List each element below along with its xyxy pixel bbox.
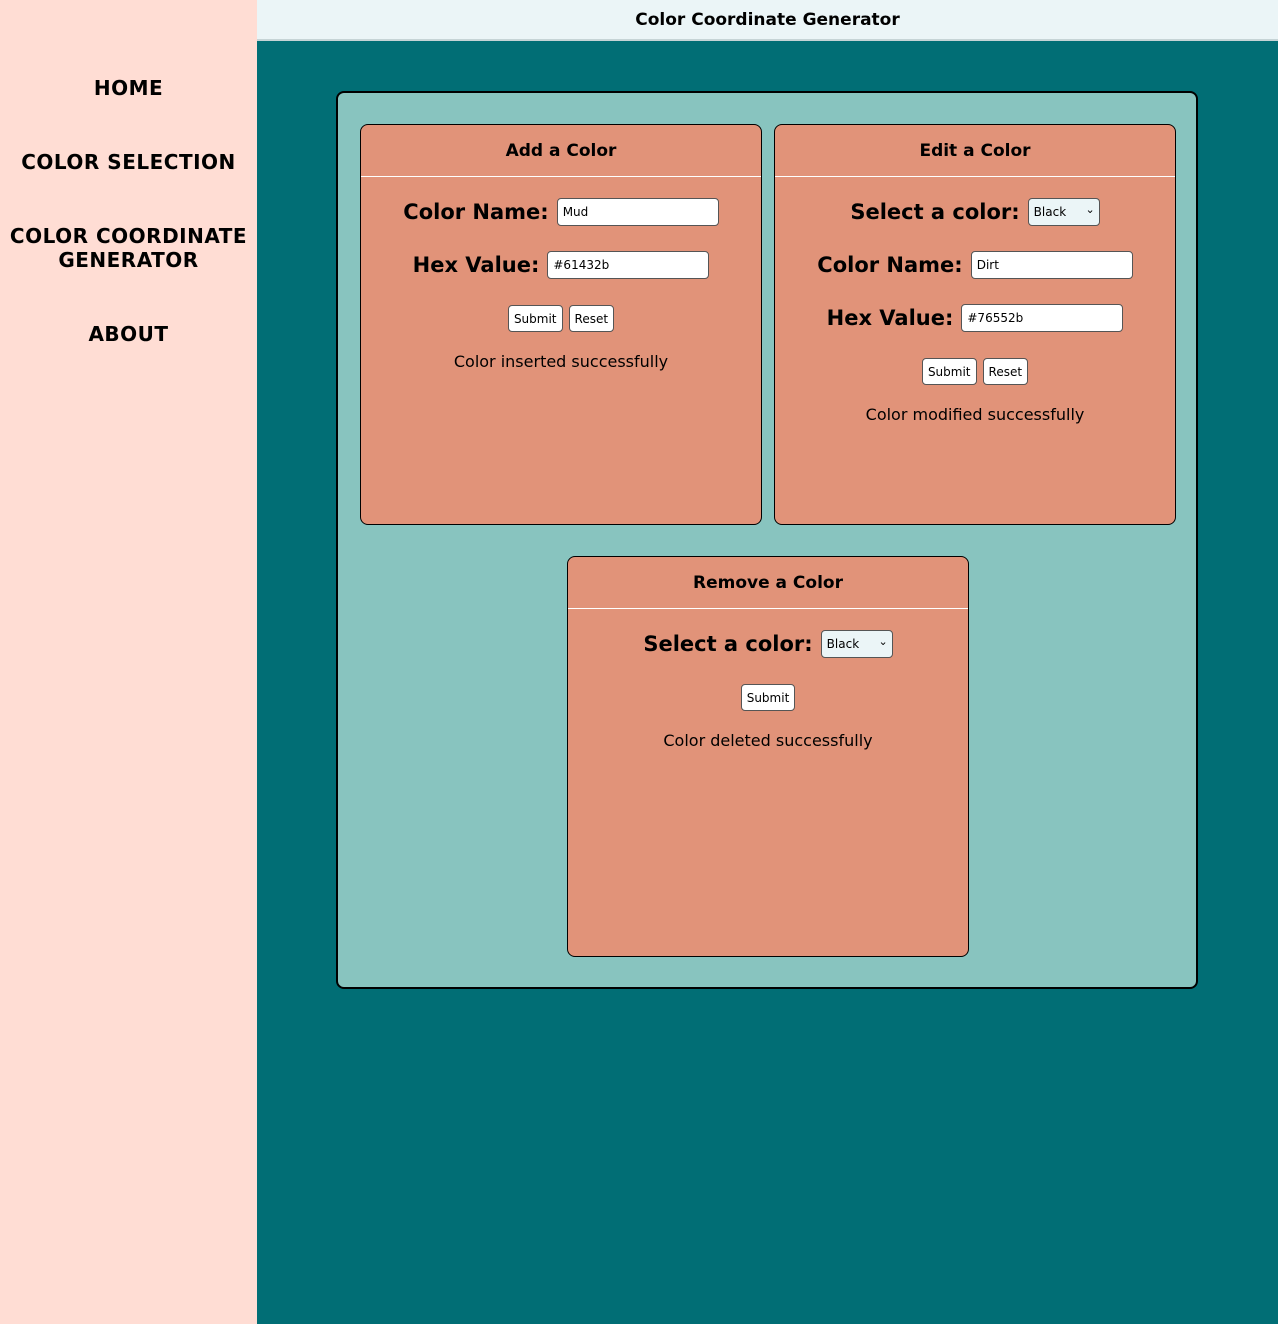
edit-hex-row: Hex Value: [775,304,1175,332]
page-header: Color Coordinate Generator [257,0,1278,41]
add-name-label: Color Name: [403,200,549,224]
sidebar: HOME COLOR SELECTION COLOR COORDINATE GE… [0,0,257,1324]
edit-select-row: Select a color: Black ⌄ [775,198,1175,226]
add-message-row: Color inserted successfully [361,352,761,371]
chevron-down-icon: ⌄ [1085,203,1095,216]
add-buttons-row: Submit Reset [361,305,761,332]
remove-color-title: Remove a Color [568,557,968,609]
add-hex-row: Hex Value: [361,251,761,279]
edit-submit-button[interactable]: Submit [921,358,977,385]
add-submit-button[interactable]: Submit [507,305,563,332]
edit-hex-label: Hex Value: [826,306,954,330]
edit-hex-value-input[interactable] [961,304,1124,332]
remove-submit-button[interactable]: Submit [740,684,796,711]
remove-message-row: Color deleted successfully [568,731,968,750]
edit-select-label: Select a color: [850,200,1020,224]
edit-color-card: Edit a Color Select a color: Black ⌄ Col… [774,124,1176,525]
add-reset-button[interactable]: Reset [568,305,615,332]
add-hex-value-input[interactable] [547,251,710,279]
add-name-row: Color Name: [361,198,761,226]
edit-color-title: Edit a Color [775,125,1175,177]
remove-color-select[interactable]: Black ⌄ [820,630,893,658]
nav-generator-line2: GENERATOR [58,248,199,272]
edit-select-value: Black [1033,205,1067,219]
remove-status-message: Color deleted successfully [663,731,873,750]
add-color-name-input[interactable] [556,198,719,226]
main-panel: Add a Color Color Name: Hex Value: Submi… [336,91,1198,989]
remove-select-row: Select a color: Black ⌄ [568,630,968,658]
edit-status-message: Color modified successfully [865,405,1085,424]
remove-select-label: Select a color: [643,632,813,656]
add-color-card: Add a Color Color Name: Hex Value: Submi… [360,124,762,525]
edit-color-name-input[interactable] [970,251,1133,279]
edit-name-row: Color Name: [775,251,1175,279]
nav-color-coordinate-generator[interactable]: COLOR COORDINATE GENERATOR [0,224,257,272]
edit-buttons-row: Submit Reset [775,358,1175,385]
add-hex-label: Hex Value: [412,253,540,277]
chevron-down-icon: ⌄ [878,635,888,648]
nav-generator-line1: COLOR COORDINATE [9,224,248,248]
nav-home[interactable]: HOME [0,76,257,100]
edit-message-row: Color modified successfully [775,405,1175,424]
remove-select-value: Black [826,637,860,651]
add-status-message: Color inserted successfully [453,352,669,371]
add-color-title: Add a Color [361,125,761,177]
page-title: Color Coordinate Generator [635,10,900,30]
nav-about[interactable]: ABOUT [0,322,257,346]
remove-buttons-row: Submit [568,684,968,711]
remove-color-card: Remove a Color Select a color: Black ⌄ S… [567,556,969,957]
nav-color-selection[interactable]: COLOR SELECTION [0,150,257,174]
edit-reset-button[interactable]: Reset [982,358,1029,385]
edit-name-label: Color Name: [817,253,963,277]
edit-color-select[interactable]: Black ⌄ [1027,198,1100,226]
